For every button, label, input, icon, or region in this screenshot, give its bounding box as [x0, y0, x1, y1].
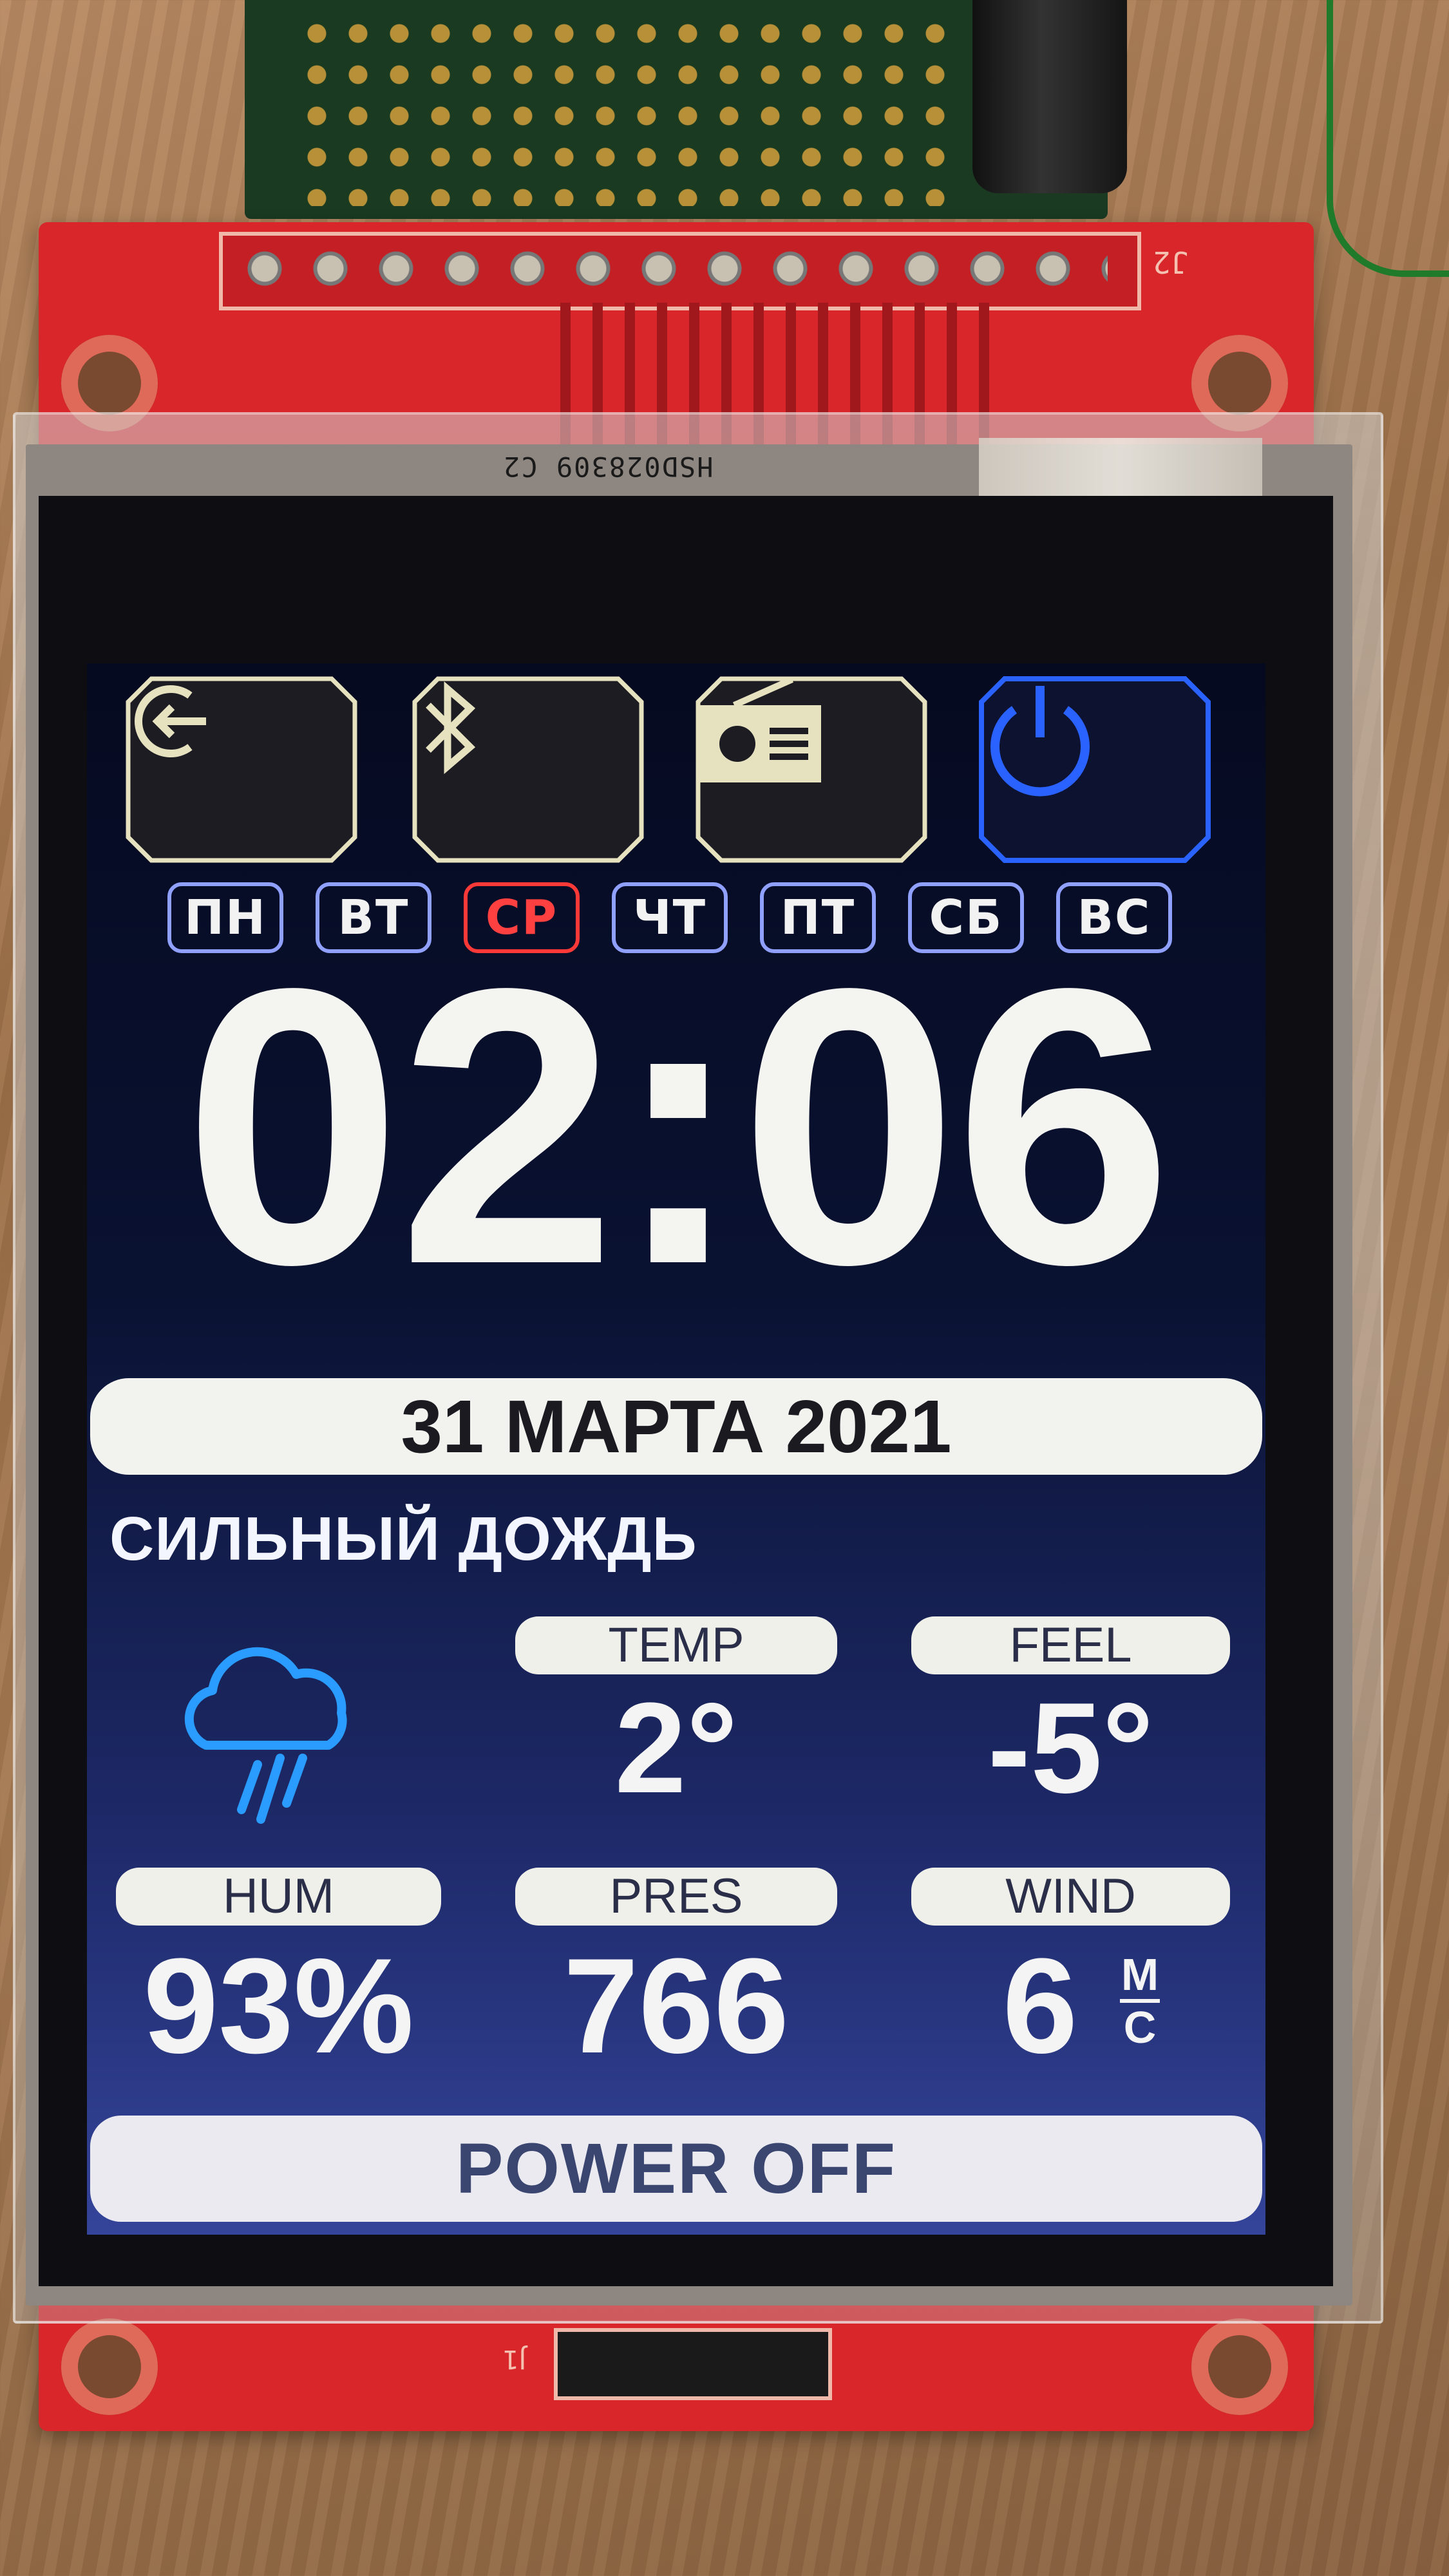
radio-button[interactable] [696, 676, 927, 863]
bottom-pin-header [554, 2328, 832, 2400]
power-icon [990, 686, 1090, 797]
hum-label: HUM [116, 1868, 441, 1926]
rain-cloud-icon [184, 1647, 347, 1824]
feel-label: FEEL [911, 1616, 1230, 1674]
power-button[interactable] [979, 676, 1211, 863]
weather-description: СИЛЬНЫЙ ДОЖДЬ [109, 1504, 697, 1573]
wind-label: WIND [911, 1868, 1230, 1926]
feel-value: -5° [987, 1676, 1154, 1820]
radio-icon [699, 676, 821, 782]
silkscreen-j2: J2 [1153, 245, 1189, 279]
clock-time: 02:06 [183, 907, 1173, 1346]
capacitor [972, 0, 1127, 193]
date-bar: 31 МАРТА 2021 [90, 1378, 1262, 1475]
exit-button[interactable] [126, 676, 357, 863]
mount-hole-bottom-right [1191, 2318, 1288, 2415]
temp-value: 2° [614, 1676, 738, 1820]
green-wire [1327, 0, 1449, 277]
exit-icon [135, 685, 206, 757]
pres-label: PRES [515, 1868, 837, 1926]
tft-screen: ПН ВТ СР ЧТ ПТ СБ ВС 02:06 31 МАРТА 2021… [87, 663, 1265, 2235]
silkscreen-j1: J1 [502, 2344, 527, 2374]
temp-label: TEMP [515, 1616, 837, 1674]
pres-value: 766 [563, 1930, 790, 2081]
protoboard-holes [296, 13, 966, 206]
wind-unit: М С [1117, 1951, 1162, 2050]
header-pins-row [232, 246, 1108, 291]
power-off-button[interactable]: POWER OFF [90, 2116, 1262, 2222]
mount-hole-bottom-left [61, 2318, 158, 2415]
wind-value: 6 [1002, 1930, 1078, 2081]
bluetooth-icon [426, 681, 476, 774]
bluetooth-button[interactable] [412, 676, 644, 863]
wind-unit-bottom: С [1123, 2002, 1157, 2052]
hum-value: 93% [143, 1930, 414, 2081]
panel-model-label: HSD028309 C2 [502, 451, 714, 482]
wind-unit-top: М [1121, 1949, 1159, 2000]
